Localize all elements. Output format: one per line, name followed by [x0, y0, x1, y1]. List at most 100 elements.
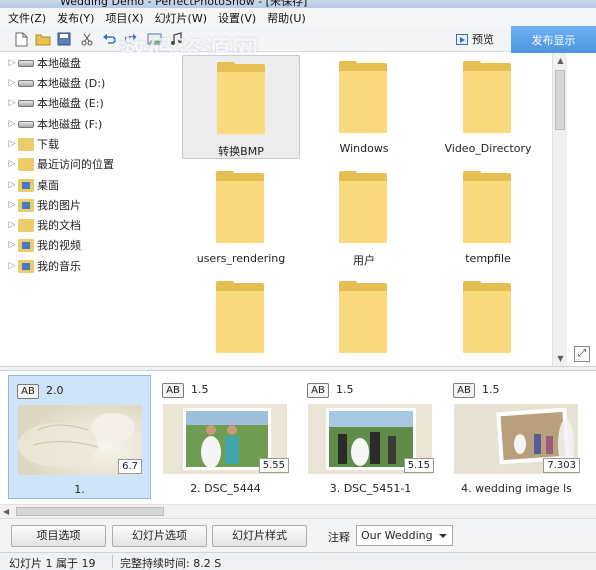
- folder-icon: [463, 171, 511, 243]
- scroll-left-icon[interactable]: ◀: [3, 505, 9, 519]
- add-image-icon[interactable]: [146, 31, 162, 47]
- folder-item[interactable]: [429, 275, 547, 366]
- drive-icon: [18, 120, 34, 128]
- menu-publish[interactable]: 发布(Y): [57, 10, 94, 26]
- save-icon[interactable]: [56, 31, 72, 47]
- folder-icon: [339, 61, 387, 133]
- scroll-up-icon[interactable]: ▲: [553, 53, 568, 68]
- tree-item-disk-f[interactable]: ▷ 本地磁盘 (F:): [6, 115, 103, 133]
- redo-icon[interactable]: [123, 31, 139, 47]
- slide-item[interactable]: AB 1.5 7.303 4. wedding image ls: [445, 375, 588, 499]
- tree-item-label: 我的视频: [37, 239, 81, 252]
- folder-item[interactable]: 用户: [305, 165, 423, 269]
- folder-name: Windows: [339, 142, 389, 155]
- slide-style-button[interactable]: 幻灯片样式: [212, 525, 307, 547]
- slide-item[interactable]: AB 2.0 6.7 1.: [8, 375, 151, 499]
- chevron-down-icon: [439, 534, 447, 538]
- folder-icon: [339, 281, 387, 353]
- expand-arrow-icon[interactable]: ▷: [6, 98, 18, 108]
- tree-item-label: 最近访问的位置: [37, 158, 114, 171]
- scrollbar-thumb[interactable]: [555, 70, 565, 130]
- folder-item[interactable]: [182, 275, 300, 366]
- file-grid-scrollbar[interactable]: ▲ ▼: [552, 53, 567, 366]
- transition-duration: 1.5: [191, 383, 209, 396]
- note-label: 注释: [328, 531, 350, 544]
- right-panel: [567, 53, 596, 366]
- expand-arrow-icon[interactable]: ▷: [6, 261, 18, 271]
- folder-item[interactable]: 转换BMP: [182, 55, 300, 159]
- folder-item[interactable]: tempfile: [429, 165, 547, 269]
- tree-item-pictures[interactable]: ▷ 我的图片: [6, 196, 81, 214]
- expand-arrow-icon[interactable]: ▷: [6, 200, 18, 210]
- preview-button[interactable]: 预览: [452, 30, 498, 48]
- menu-help[interactable]: 帮助(U): [267, 10, 306, 26]
- publish-button[interactable]: 发布显示: [511, 26, 596, 53]
- tree-item-label: 我的文档: [37, 219, 81, 232]
- tree-item-label: 我的图片: [37, 199, 81, 212]
- slide-duration-badge: 5.55: [258, 458, 289, 473]
- tree-item-music[interactable]: ▷ 我的音乐: [6, 257, 81, 275]
- tree-item-desktop[interactable]: ▷ 桌面: [6, 176, 59, 194]
- folder-item[interactable]: users_rendering: [182, 165, 300, 269]
- expand-arrow-icon[interactable]: ▷: [6, 220, 18, 230]
- tree-item-downloads[interactable]: ▷ 下载: [6, 135, 59, 153]
- menu-slides[interactable]: 幻灯片(W): [155, 10, 207, 26]
- add-music-icon[interactable]: [168, 31, 184, 47]
- slide-options-button[interactable]: 幻灯片选项: [112, 525, 207, 547]
- status-divider: [112, 555, 113, 568]
- status-duration: 完整持续时间: 8.2 S: [120, 557, 222, 570]
- expand-arrow-icon[interactable]: ▷: [6, 240, 18, 250]
- expand-arrow-icon[interactable]: ▷: [6, 119, 18, 129]
- drive-icon: [18, 79, 34, 87]
- slide-item[interactable]: AB 1.5 5.15 3. DSC_5451-1: [299, 375, 442, 499]
- note-select[interactable]: Our Wedding: [356, 525, 453, 546]
- transition-duration: 2.0: [46, 384, 64, 397]
- fullscreen-icon[interactable]: ⤢: [574, 346, 590, 362]
- folder-icon: [216, 171, 264, 243]
- transition-ab-icon[interactable]: AB: [162, 383, 184, 398]
- folder-name: Video_Directory: [444, 142, 532, 155]
- cut-icon[interactable]: [79, 31, 95, 47]
- folder-icon: [18, 259, 34, 273]
- expand-arrow-icon[interactable]: ▷: [6, 139, 18, 149]
- slide-item[interactable]: AB 1.5 5.55 2. DSC_5444: [154, 375, 297, 499]
- expand-arrow-icon[interactable]: ▷: [6, 180, 18, 190]
- folder-icon: [217, 62, 265, 134]
- folder-name: tempfile: [465, 252, 511, 265]
- transition-ab-icon[interactable]: AB: [307, 383, 329, 398]
- folder-item[interactable]: Windows: [305, 55, 423, 159]
- tree-item-label: 桌面: [37, 179, 59, 192]
- window-title: Wedding Demo - PerfectPhotoShow - [未保存]: [60, 0, 308, 8]
- slide-strip-scrollbar[interactable]: ◀: [0, 504, 596, 518]
- folder-icon: [18, 198, 34, 212]
- folder-item[interactable]: Video_Directory: [429, 55, 547, 159]
- scroll-down-icon[interactable]: ▼: [553, 351, 568, 366]
- menu-file[interactable]: 文件(Z): [8, 10, 46, 26]
- tree-item-local-disk[interactable]: ▷ 本地磁盘: [6, 54, 81, 72]
- menu-project[interactable]: 项目(X): [105, 10, 143, 26]
- new-file-icon[interactable]: [13, 31, 29, 47]
- scrollbar-thumb[interactable]: [16, 507, 164, 516]
- expand-arrow-icon[interactable]: ▷: [6, 159, 18, 169]
- menu-bar: 文件(Z) 发布(Y) 项目(X) 幻灯片(W) 设置(V) 帮助(U): [0, 8, 596, 27]
- toolbar: [0, 27, 596, 52]
- tree-item-label: 本地磁盘: [37, 57, 81, 70]
- tree-item-disk-e[interactable]: ▷ 本地磁盘 (E:): [6, 94, 104, 112]
- tree-item-videos[interactable]: ▷ 我的视频: [6, 236, 81, 254]
- transition-duration: 1.5: [336, 383, 354, 396]
- undo-icon[interactable]: [101, 31, 117, 47]
- status-bar: 幻灯片 1 属于 19 完整持续时间: 8.2 S: [0, 552, 596, 570]
- project-options-button[interactable]: 项目选项: [11, 525, 106, 547]
- expand-arrow-icon[interactable]: ▷: [6, 58, 18, 68]
- tree-item-label: 本地磁盘 (D:): [37, 77, 106, 90]
- menu-settings[interactable]: 设置(V): [218, 10, 256, 26]
- tree-item-documents[interactable]: ▷ 我的文档: [6, 216, 81, 234]
- expand-arrow-icon[interactable]: ▷: [6, 78, 18, 88]
- tree-item-recent[interactable]: ▷ 最近访问的位置: [6, 155, 114, 173]
- slide-label: 2. DSC_5444: [190, 482, 261, 495]
- tree-item-disk-d[interactable]: ▷ 本地磁盘 (D:): [6, 74, 106, 92]
- open-folder-icon[interactable]: [35, 31, 51, 47]
- folder-item[interactable]: [305, 275, 423, 366]
- transition-ab-icon[interactable]: AB: [17, 384, 39, 399]
- transition-ab-icon[interactable]: AB: [453, 383, 475, 398]
